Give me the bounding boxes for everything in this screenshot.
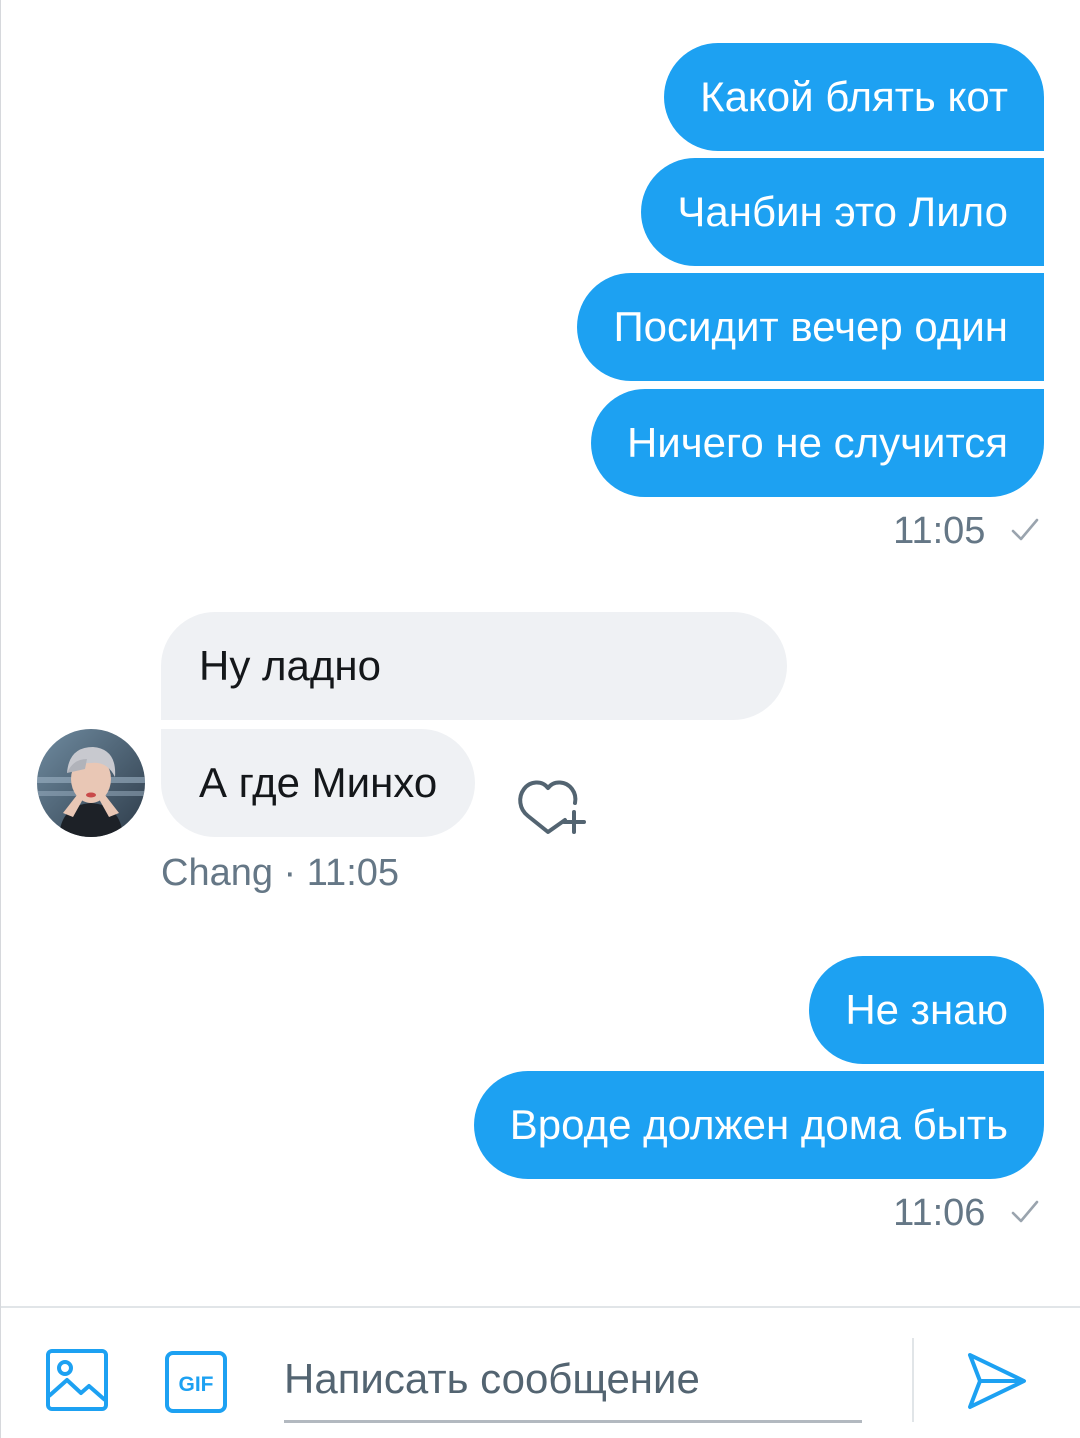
avatar[interactable] bbox=[37, 729, 145, 837]
heart-plus-icon[interactable] bbox=[517, 770, 591, 836]
avatar-image bbox=[37, 729, 145, 837]
composer-divider bbox=[912, 1338, 914, 1422]
message-text: Какой блять кот bbox=[700, 73, 1008, 120]
timestamp-text: 11:05 bbox=[893, 510, 986, 552]
message-text: Не знаю bbox=[845, 986, 1008, 1033]
message-text: Ну ладно bbox=[199, 642, 381, 689]
sender-meta: Chang · 11:05 bbox=[161, 852, 399, 895]
check-icon bbox=[1011, 518, 1039, 541]
dm-conversation: Какой блять кот Чанбин это Лило Посидит … bbox=[0, 0, 1080, 1438]
image-icon[interactable] bbox=[45, 1348, 109, 1412]
sender-meta-text: Chang · 11:05 bbox=[161, 852, 400, 894]
outgoing-message[interactable]: Не знаю bbox=[809, 956, 1044, 1064]
message-text: Ничего не случится bbox=[626, 419, 1008, 466]
incoming-message[interactable]: Ну ладно bbox=[161, 612, 787, 720]
send-icon[interactable] bbox=[966, 1350, 1028, 1412]
gif-label: GIF bbox=[179, 1373, 214, 1396]
message-text: Вроде должен дома быть bbox=[509, 1101, 1008, 1148]
message-timestamp: 11:05 bbox=[893, 510, 1040, 553]
outgoing-message[interactable]: Посидит вечер один bbox=[577, 273, 1044, 381]
gif-icon[interactable]: GIF bbox=[164, 1350, 228, 1414]
message-timestamp: 11:06 bbox=[893, 1192, 1040, 1235]
message-composer: GIF bbox=[1, 1306, 1080, 1438]
check-icon bbox=[1011, 1200, 1039, 1223]
message-text: Посидит вечер один bbox=[613, 303, 1008, 350]
outgoing-message[interactable]: Какой блять кот bbox=[664, 43, 1044, 151]
timestamp-text: 11:06 bbox=[893, 1192, 986, 1234]
outgoing-message[interactable]: Чанбин это Лило bbox=[641, 158, 1044, 266]
message-input[interactable] bbox=[284, 1338, 862, 1423]
incoming-message[interactable]: А где Минхо bbox=[161, 729, 476, 837]
outgoing-message[interactable]: Ничего не случится bbox=[590, 389, 1044, 497]
message-text: Чанбин это Лило bbox=[677, 188, 1008, 235]
message-text: А где Минхо bbox=[199, 759, 438, 806]
outgoing-message[interactable]: Вроде должен дома быть bbox=[473, 1071, 1044, 1179]
